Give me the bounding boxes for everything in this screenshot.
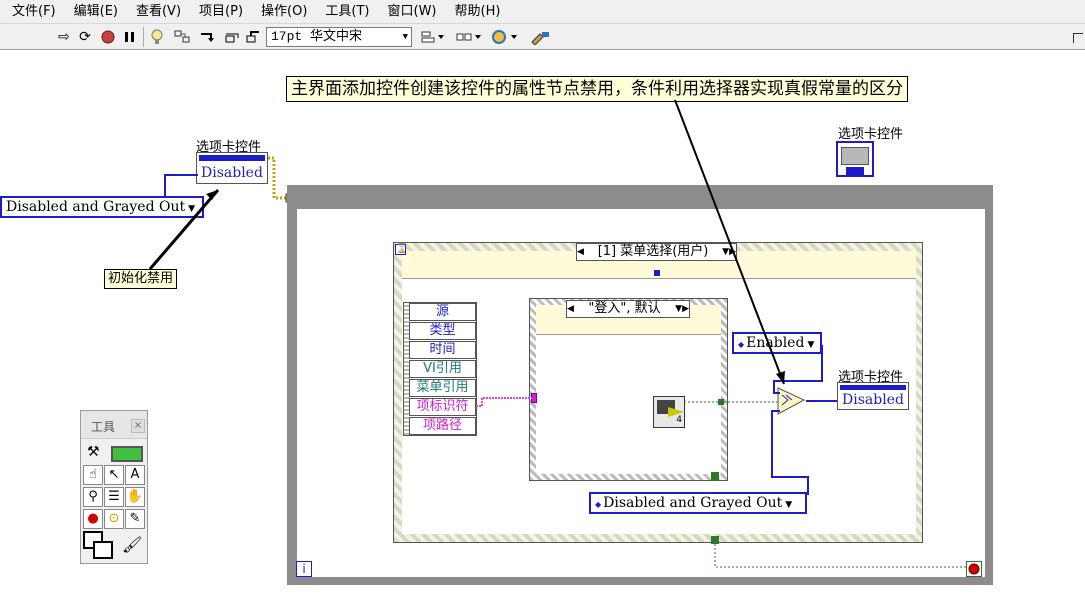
labview-window: 文件(F) 编辑(E) 查看(V) 项目(P) 操作(O) 工具(T) 窗口(W… xyxy=(0,0,1085,610)
color-copy-icon[interactable]: ✎ xyxy=(125,509,145,529)
pause-icon[interactable] xyxy=(122,27,138,47)
disabled-prop-left: Disabled xyxy=(201,165,263,181)
reorder-icon[interactable] xyxy=(490,27,520,47)
align-objects-icon[interactable] xyxy=(420,27,446,47)
property-node-inner[interactable]: Disabled xyxy=(837,382,909,410)
disabled-prop-inner: Disabled xyxy=(842,392,904,408)
step-into-icon[interactable] xyxy=(198,27,218,47)
menu-tools[interactable]: 工具(T) xyxy=(319,0,375,24)
operate-tool-icon[interactable]: ☝ xyxy=(83,465,103,485)
property-node-left[interactable]: Disabled xyxy=(196,152,268,184)
case-selector[interactable]: ◀ "登入", 默认 ▼▶ xyxy=(566,300,690,318)
position-tool-icon[interactable]: ↖ xyxy=(104,465,124,485)
menu-help[interactable]: 帮助(H) xyxy=(449,0,507,24)
menu-file[interactable]: 文件(F) xyxy=(6,0,62,24)
close-icon[interactable]: × xyxy=(131,419,145,433)
event-data-item: 菜单引用 xyxy=(409,379,476,397)
menu-window[interactable]: 窗口(W) xyxy=(382,0,443,24)
step-over-icon[interactable] xyxy=(222,27,242,47)
shortcut-menu-icon[interactable]: ☰ xyxy=(104,487,124,507)
tab-terminal-label: 选项卡控件 xyxy=(838,127,904,142)
event-data-item: 时间 xyxy=(409,341,476,359)
event-data-item: VI引用 xyxy=(409,360,476,378)
event-data-item: 项标识符 xyxy=(409,398,476,416)
loop-iteration-terminal: i xyxy=(296,561,312,577)
paint-brush-icon[interactable]: 🖌 xyxy=(122,535,142,555)
menu-bar: 文件(F) 编辑(E) 查看(V) 项目(P) 操作(O) 工具(T) 窗口(W… xyxy=(0,0,1085,24)
distribute-objects-icon[interactable] xyxy=(455,27,483,47)
abort-icon[interactable] xyxy=(100,27,116,47)
font-select[interactable]: 17pt 华文中宋 ▼ xyxy=(266,27,412,47)
menu-edit[interactable]: 编辑(E) xyxy=(68,0,124,24)
menu-project[interactable]: 项目(P) xyxy=(193,0,249,24)
wiring-tool-icon[interactable]: ⚲ xyxy=(83,487,103,507)
event-data-item: 源 xyxy=(409,303,476,321)
run-arrow-icon[interactable]: ⇨ xyxy=(56,27,72,47)
scroll-tool-icon[interactable]: ✋ xyxy=(125,487,145,507)
tab-control-terminal[interactable] xyxy=(836,141,874,177)
annotation-init: 初始化禁用 xyxy=(104,269,178,289)
menu-view[interactable]: 查看(V) xyxy=(130,0,187,24)
enum-left[interactable]: Disabled and Grayed Out ▼ xyxy=(0,196,204,218)
annotation-top: 主界面添加控件创建该控件的属性节点禁用，条件利用选择器实现真假常量的区分 xyxy=(286,76,908,102)
probe-icon[interactable]: ⊙ xyxy=(104,509,124,529)
label-tool-icon[interactable]: A xyxy=(125,465,145,485)
breakpoint-icon[interactable]: ● xyxy=(83,509,103,529)
menu-operate[interactable]: 操作(O) xyxy=(255,0,313,24)
event-data-item: 类型 xyxy=(409,322,476,340)
cleanup-diagram-icon[interactable] xyxy=(528,27,552,47)
event-timeout-icon: ⌛ xyxy=(395,244,408,255)
item-tag-wire xyxy=(476,397,532,407)
scroll-corner xyxy=(1073,33,1083,43)
event-case-selector[interactable]: ◀ [1] 菜单选择(用户) ▼▶ xyxy=(576,243,737,261)
run-continuously-icon[interactable]: ⟳ xyxy=(76,27,94,47)
subvi-node[interactable]: 4 xyxy=(653,396,685,428)
stop-wire xyxy=(711,536,968,568)
toolbar: ⇨ ⟳ 17pt 华文中宋 ▼ xyxy=(0,24,1085,50)
step-out-icon[interactable] xyxy=(244,27,262,47)
event-data-item: 项路径 xyxy=(409,417,476,435)
tools-palette-title: 工具 xyxy=(91,420,116,434)
highlight-execution-icon[interactable] xyxy=(148,27,166,47)
auto-tool-led[interactable] xyxy=(111,446,143,462)
retain-wire-values-icon[interactable] xyxy=(172,27,192,47)
enum-wires xyxy=(771,345,838,495)
auto-tool-icon[interactable]: ⚒ xyxy=(87,444,109,464)
color-tool-icon[interactable] xyxy=(83,531,119,561)
